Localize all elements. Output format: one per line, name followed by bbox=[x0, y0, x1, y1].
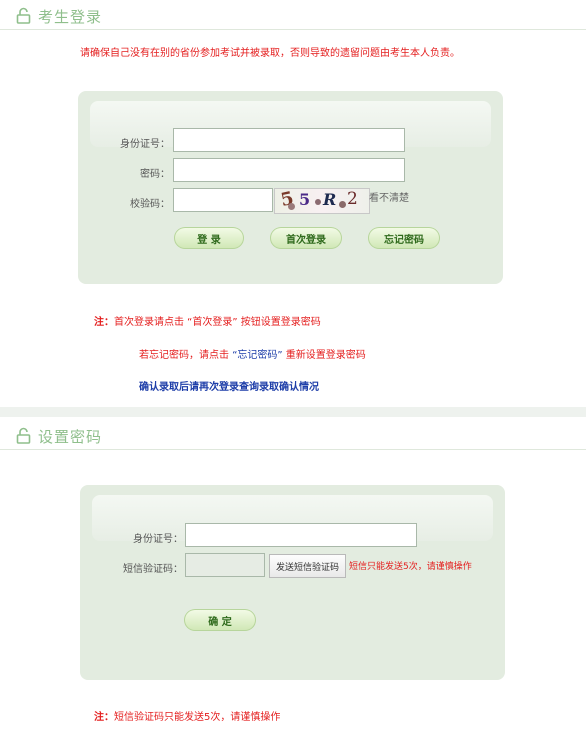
first-login-button[interactable]: 首次登录 bbox=[270, 227, 342, 249]
reset-section-header: 设置密码 bbox=[0, 420, 586, 450]
captcha-input[interactable] bbox=[173, 188, 273, 212]
login-panel: 身份证号： 密码： 校验码： 5 5 R 2 看不清楚 登 录 首次登录 忘记密… bbox=[78, 91, 503, 284]
lock-icon bbox=[16, 7, 31, 24]
sms-limit-hint: 短信只能发送5次，请谨慎操作 bbox=[349, 562, 472, 572]
password-input[interactable] bbox=[173, 158, 405, 182]
reset-section-title: 设置密码 bbox=[38, 428, 103, 446]
sms-code-label: 短信验证码： bbox=[123, 564, 183, 575]
id-number-label: 身份证号： bbox=[120, 139, 170, 150]
password-label: 密码： bbox=[140, 169, 170, 180]
login-button[interactable]: 登 录 bbox=[174, 227, 244, 249]
lock-icon bbox=[16, 427, 31, 444]
sms-code-input[interactable] bbox=[185, 553, 265, 577]
login-note-2: 若忘记密码，请点击 “忘记密码” 重新设置登录密码 bbox=[139, 350, 366, 361]
forgot-password-button[interactable]: 忘记密码 bbox=[368, 227, 440, 249]
reset-id-number-label: 身份证号： bbox=[133, 534, 183, 545]
captcha-image[interactable]: 5 5 R 2 bbox=[274, 188, 370, 214]
section-divider bbox=[0, 407, 586, 417]
refresh-captcha-link[interactable]: 看不清楚 bbox=[369, 189, 409, 204]
reset-panel: 身份证号： 短信验证码： 发送短信验证码 短信只能发送5次，请谨慎操作 确 定 bbox=[80, 485, 505, 680]
reset-note: 注：短信验证码只能发送5次，请谨慎操作 bbox=[94, 712, 281, 723]
captcha-label: 校验码： bbox=[130, 199, 170, 210]
login-section-title: 考生登录 bbox=[38, 8, 103, 26]
login-section-header: 考生登录 bbox=[0, 0, 586, 30]
send-sms-button[interactable]: 发送短信验证码 bbox=[269, 554, 346, 578]
login-note-3: 确认录取后请再次登录查询录取确认情况 bbox=[139, 382, 319, 393]
confirm-button[interactable]: 确 定 bbox=[184, 609, 256, 631]
id-number-input[interactable] bbox=[173, 128, 405, 152]
login-warning: 请确保自己没有在别的省份参加考试并被录取，否则导致的遗留问题由考生本人负责。 bbox=[80, 48, 460, 59]
login-note-1: 注：首次登录请点击 “首次登录” 按钮设置登录密码 bbox=[94, 317, 321, 328]
reset-id-number-input[interactable] bbox=[185, 523, 417, 547]
